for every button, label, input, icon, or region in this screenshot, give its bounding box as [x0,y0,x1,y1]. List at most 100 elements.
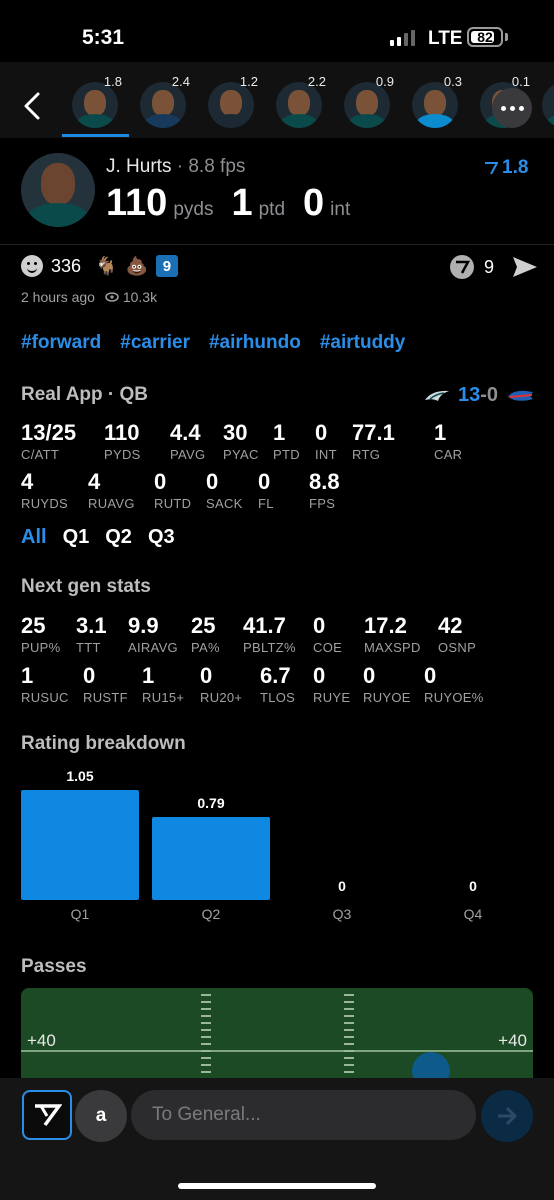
stat-cell: 0 SACK [206,471,243,512]
send-button[interactable] [481,1090,533,1142]
stat-label: RUYOE% [424,690,484,705]
stat-cell: 42 OSNP [438,613,477,656]
strip-player[interactable]: 0.9 [334,76,394,132]
stat-label: RUYOE [363,690,411,705]
hashtag-forward[interactable]: #forward [21,332,101,354]
status-time: 5:31 [82,26,125,49]
more-button[interactable] [492,88,532,128]
rating-value: 1.8 [502,157,529,178]
stat-value: 1 [142,663,155,688]
stat-label: RUYE [313,690,351,705]
hash-mark [201,1022,211,1024]
stat-value: 42 [438,613,463,638]
battery-nub [505,33,508,41]
stat-value: 0 [154,469,167,494]
tab-all[interactable]: All [21,526,47,549]
stat-cell: 1 RUSUC [21,663,69,706]
strip-player[interactable]: 2.4 [130,76,190,132]
stat-label: PYDS [104,447,141,462]
hash-mark [344,1008,354,1010]
message-input[interactable] [131,1090,476,1140]
game-score[interactable]: 13-0 [424,384,534,407]
hashtag-airtuddy[interactable]: #airtuddy [320,332,406,354]
stat-label: RUYDS [21,496,69,511]
bar-q1[interactable] [21,790,139,900]
user-avatar[interactable]: a [75,1090,127,1142]
home-indicator [178,1183,376,1189]
stat-value: 3.1 [76,613,107,638]
stat-cell: 25 PA% [191,615,220,656]
strip-score: 1.2 [239,76,258,89]
stat-value: 0 [83,663,96,688]
eagles-logo-icon [425,390,449,401]
stat-value: 6.7 [260,663,291,688]
hash-mark [201,1043,211,1045]
tab-q2[interactable]: Q2 [105,526,132,549]
stat-value: 30 [223,420,248,445]
stat-label: SACK [206,496,243,511]
stat-cell: 4 RUYDS [21,471,69,512]
strip-player[interactable]: 2.2 [266,76,326,132]
player-avatar[interactable] [21,153,95,227]
v-circle-icon[interactable] [450,255,474,279]
bills-logo-icon [508,390,534,401]
strip-score: 1.8 [103,76,122,89]
bar-category-label: Q4 [463,906,483,922]
tab-q3[interactable]: Q3 [148,526,175,549]
stat-label: PTD [273,447,300,462]
dot-icon [500,105,506,111]
stat-cell: 25 PUP% [21,615,61,656]
dot-icon [518,105,524,111]
stat-value: 0 [363,663,376,688]
poop-icon[interactable]: 💩 [125,256,147,277]
stat-label: PAVG [170,447,206,462]
player-name: J. Hurts [106,156,172,177]
stat-value: 0 [200,663,213,688]
strip-player[interactable]: 1.2 [198,76,258,132]
stat-value: 1 [21,663,34,688]
stat-label: PUP% [21,640,61,655]
hash-mark [344,1064,354,1066]
tab-q1[interactable]: Q1 [63,526,90,549]
yard-label-right: +40 [498,1031,527,1050]
strip-player[interactable]: 0.3 [402,76,462,132]
number-badge[interactable]: 9 [155,255,178,277]
score-separator: - [480,384,487,406]
stat-cell: 4.4 PAVG [170,422,206,463]
rating-badge[interactable]: 1.8 [484,157,528,179]
stat-label: CAR [434,447,463,462]
player-name-line: J. Hurts · 8.8 fps [106,156,246,177]
v-app-button[interactable] [22,1090,72,1140]
strip-player[interactable] [532,76,554,132]
stat-cell: 110 PYDS [104,422,141,463]
send-icon[interactable] [512,256,538,278]
stat-cell: 6.7 TLOS [260,663,295,706]
stat-label: RU20+ [200,690,243,705]
stat-value: 0 [258,469,271,494]
stat-value: 0 [313,663,326,688]
stat-label: RUSUC [21,690,69,705]
smile-icon[interactable] [21,255,43,277]
stat-label: INT [315,447,337,462]
stat-cell: 13/25 C/ATT [21,422,76,463]
bar-value-label: 0.79 [197,795,225,811]
arrow-right-icon [498,1106,518,1126]
hash-mark [344,1043,354,1045]
yard-label-left: +40 [27,1031,56,1050]
hashtag-carrier[interactable]: #carrier [120,332,190,354]
stat-cell: 0 RUTD [154,469,191,512]
selected-indicator [62,134,129,137]
hash-mark [201,1036,211,1038]
player-thumb [542,82,554,128]
bar-q2[interactable] [152,817,270,900]
back-button[interactable] [18,88,46,124]
bar-category-label: Q2 [201,906,221,922]
strip-player[interactable]: 1.8 [62,76,122,132]
stat-label: AIRAVG [128,640,178,655]
stat-label: OSNP [438,640,477,655]
goat-icon[interactable]: 🐐 [95,256,117,277]
hashtag-airhundo[interactable]: #airhundo [209,332,301,354]
hash-mark [344,1036,354,1038]
hash-mark [201,1050,211,1052]
stat-cell: 0 RUYOE [363,663,411,706]
